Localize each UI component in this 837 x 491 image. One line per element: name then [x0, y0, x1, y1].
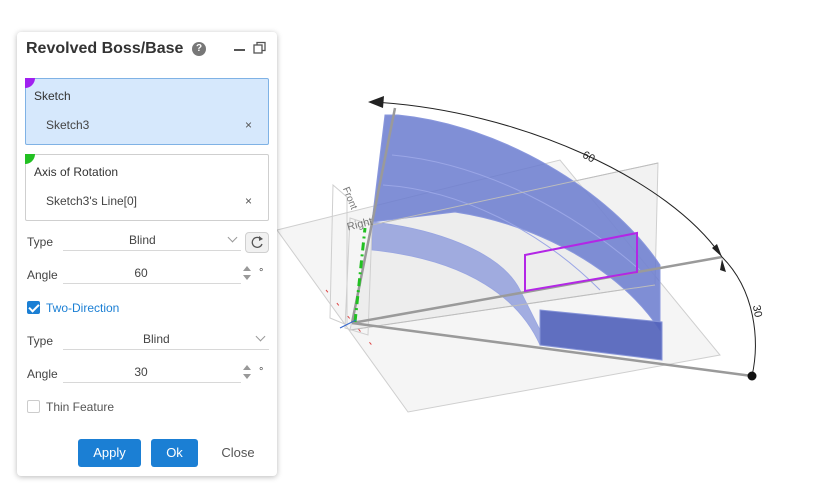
thin-feature-label[interactable]: Thin Feature [46, 400, 114, 414]
close-button[interactable]: Close [213, 439, 263, 467]
angle2-stepper[interactable] [243, 363, 251, 383]
rotate-icon [251, 236, 263, 248]
angle2-unit: ° [259, 366, 264, 378]
axis-color-marker [25, 154, 35, 164]
axis-value[interactable]: Sketch3's Line[0] [46, 194, 137, 208]
dimension-handle[interactable] [747, 371, 757, 381]
revolved-boss-panel: Revolved Boss/Base ? Sketch Sketch3 × Ax… [17, 32, 277, 476]
angle1-value: 60 [134, 266, 148, 280]
dimension-30-label[interactable]: 30 [750, 304, 764, 318]
angle2-input[interactable]: 30 [63, 363, 241, 383]
sketch-value[interactable]: Sketch3 [46, 118, 89, 132]
thin-feature-checkbox[interactable] [27, 400, 40, 413]
type1-value: Blind [129, 233, 156, 247]
reverse-direction-button[interactable] [245, 232, 269, 253]
dimension-60-label[interactable]: 60 [580, 149, 596, 165]
angle2-label: Angle [27, 367, 58, 381]
type1-select[interactable]: Blind [63, 231, 241, 251]
panel-title: Revolved Boss/Base [26, 40, 184, 57]
minimize-icon[interactable] [233, 42, 247, 56]
axis-selection-box[interactable]: Axis of Rotation Sketch3's Line[0] × [25, 154, 269, 221]
arrowhead [368, 96, 384, 108]
angle1-input[interactable]: 60 [63, 264, 241, 284]
angle1-stepper[interactable] [243, 264, 251, 284]
angle1-label: Angle [27, 268, 58, 282]
sketch-selection-box[interactable]: Sketch Sketch3 × [25, 78, 269, 145]
restore-icon[interactable] [253, 41, 267, 55]
apply-button[interactable]: Apply [78, 439, 141, 467]
chevron-down-icon [227, 232, 238, 243]
sketch-color-marker [25, 78, 35, 88]
angle1-unit: ° [259, 267, 264, 279]
clear-axis-icon[interactable]: × [245, 194, 252, 208]
type2-select[interactable]: Blind [63, 330, 269, 350]
angle2-value: 30 [134, 365, 148, 379]
type2-value: Blind [143, 332, 170, 346]
clear-sketch-icon[interactable]: × [245, 118, 252, 132]
type1-label: Type [27, 235, 54, 249]
chevron-down-icon [255, 331, 266, 342]
help-icon[interactable]: ? [192, 42, 206, 56]
two-direction-checkbox[interactable] [27, 301, 40, 314]
ok-button[interactable]: Ok [151, 439, 198, 467]
sketch-label: Sketch [34, 89, 71, 103]
axis-label: Axis of Rotation [34, 165, 119, 179]
two-direction-label[interactable]: Two-Direction [46, 301, 119, 315]
front-plane-label: Front [340, 185, 359, 211]
type2-label: Type [27, 334, 54, 348]
dimension-arc-30[interactable] [721, 256, 756, 377]
